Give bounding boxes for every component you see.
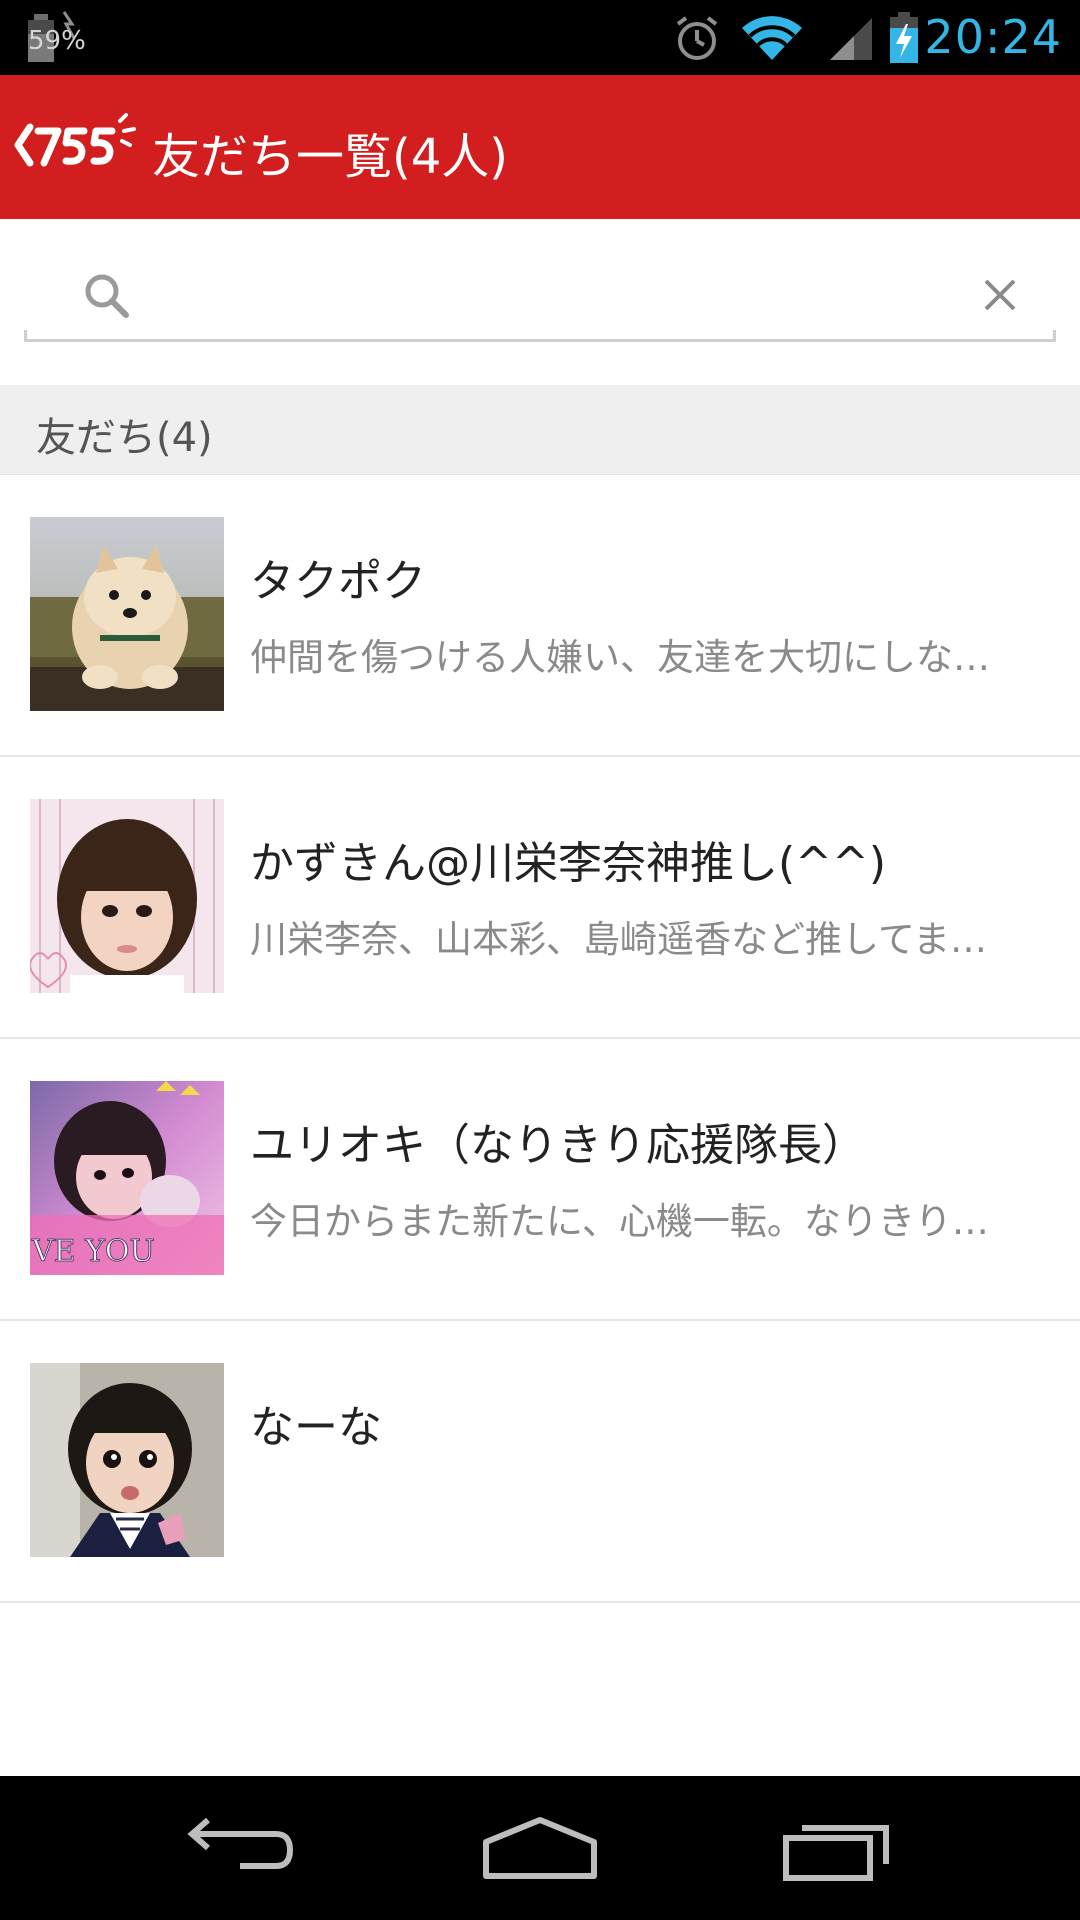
section-title: 友だち(4)	[36, 415, 213, 461]
recents-icon[interactable]	[780, 1812, 900, 1884]
friend-name: タクポク	[250, 556, 426, 607]
list-item[interactable]: VE YOU ユリオキ（なりきり応援隊長） 今日からまた新たに、心機一転。なりき…	[0, 1039, 1080, 1321]
friend-status: 川栄李奈、山本彩、島崎遥香など推してま…	[250, 918, 988, 961]
battery-icon: 59%	[24, 10, 86, 64]
search-bar	[24, 255, 1056, 345]
battery-charging-icon	[890, 12, 918, 63]
list-item[interactable]: タクポク 仲間を傷つける人嫌い、友達を大切にしな…	[0, 475, 1080, 757]
status-bar: 59% 20:24	[0, 0, 1080, 75]
page-title: 友だち一覧(4人)	[152, 129, 508, 185]
search-underline	[24, 330, 1056, 342]
friend-status: 仲間を傷つける人嫌い、友達を大切にしな…	[250, 636, 990, 679]
avatar: VE YOU	[30, 1081, 224, 1275]
battery-percent: 59%	[28, 26, 86, 56]
nav-bar	[0, 1776, 1080, 1920]
search-input[interactable]	[144, 263, 968, 329]
friend-name: かずきん@川栄李奈神推し(^^)	[250, 838, 887, 889]
clear-icon[interactable]	[976, 271, 1024, 319]
friend-name: なーな	[250, 1402, 382, 1453]
app-logo[interactable]	[12, 113, 140, 173]
clock: 20:24	[924, 10, 1062, 64]
friend-name: ユリオキ（なりきり応援隊長）	[250, 1120, 866, 1171]
list-item[interactable]: かずきん@川栄李奈神推し(^^) 川栄李奈、山本彩、島崎遥香など推してま…	[0, 757, 1080, 1039]
avatar	[30, 1363, 224, 1557]
avatar	[30, 799, 224, 993]
wifi-icon	[742, 16, 802, 60]
back-icon[interactable]	[180, 1812, 300, 1884]
home-icon[interactable]	[480, 1812, 600, 1884]
alarm-icon	[676, 16, 718, 60]
app-bar: 友だち一覧(4人)	[0, 75, 1080, 219]
search-icon	[85, 274, 129, 318]
avatar	[30, 517, 224, 711]
screen: 59% 20:24 友だち一覧(4人) 友だち(4) タクポク 仲間を傷つける人…	[0, 0, 1080, 1920]
friend-list: タクポク 仲間を傷つける人嫌い、友達を大切にしな… かずきん@川栄李奈神推し(^…	[0, 475, 1080, 1603]
svg-text:VE YOU: VE YOU	[31, 1234, 155, 1269]
friend-status: 今日からまた新たに、心機一転。なりきり…	[250, 1200, 989, 1243]
section-header: 友だち(4)	[0, 385, 1080, 475]
signal-icon	[830, 18, 872, 60]
list-item[interactable]: なーな	[0, 1321, 1080, 1603]
